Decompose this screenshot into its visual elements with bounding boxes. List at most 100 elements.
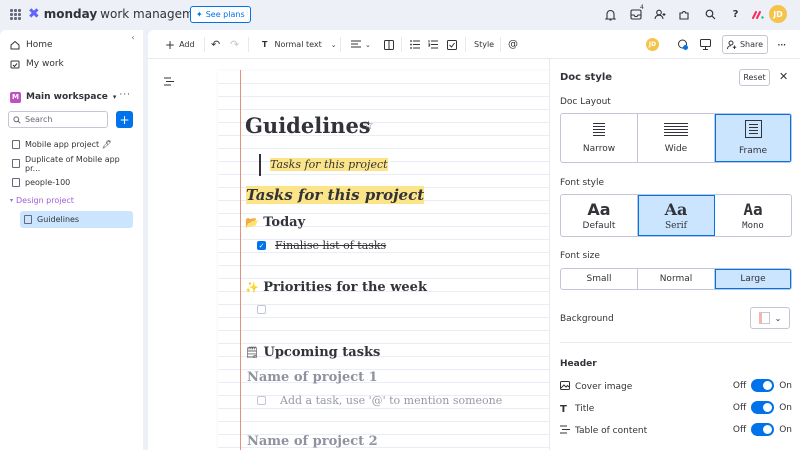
font-option-default[interactable]: Aa Default [561, 195, 638, 236]
left-sidebar: ‹ Home My work M Main workspace ▾ ··· Se… [0, 30, 143, 450]
section-heading-upcoming[interactable]: 🗒 Upcoming tasks [245, 345, 380, 360]
task-placeholder-item[interactable]: Add a task, use '@' to mention someone [257, 394, 502, 407]
columns-icon[interactable] [384, 38, 394, 51]
doc-layout-selector: Narrow Wide Frame [560, 113, 792, 163]
section-heading-priorities[interactable]: ✨ Priorities for the week [245, 280, 427, 295]
present-icon[interactable] [700, 38, 711, 51]
cover-image-toggle[interactable]: Off On [733, 379, 792, 392]
font-size-large[interactable]: Large [715, 269, 791, 289]
integrations-puzzle-icon[interactable] [677, 8, 690, 21]
redo-icon[interactable]: ↷ [230, 38, 239, 51]
highlighted-heading-text: Tasks for this project [246, 186, 425, 204]
help-icon[interactable]: ? [729, 8, 742, 21]
mention-button[interactable]: @ [508, 38, 518, 51]
doc-icon [24, 215, 32, 224]
font-size-normal[interactable]: Normal [638, 269, 715, 289]
share-button[interactable]: Share [722, 35, 768, 54]
doc-layout-label: Doc Layout [560, 97, 611, 107]
user-avatar[interactable]: JD [769, 5, 787, 23]
brand-logo[interactable]: ✖ monday work management [28, 7, 213, 21]
search-icon [13, 115, 21, 124]
sidebar-folder-design-project[interactable]: ▾ Design project [10, 196, 74, 205]
align-dropdown[interactable]: ⌄ [351, 38, 371, 51]
toggle-on-label: On [779, 424, 792, 435]
chevron-down-icon: ⌄ [330, 40, 337, 49]
checkbox-checked[interactable]: ✓ [257, 241, 266, 250]
narrow-layout-icon [593, 122, 605, 136]
toggle-on-label: On [779, 402, 792, 413]
wide-layout-icon [664, 122, 688, 136]
collaborator-avatar[interactable]: JD [646, 38, 659, 51]
close-icon[interactable]: ✕ [779, 70, 788, 83]
quote-text: Tasks for this project [270, 158, 388, 171]
add-block-button[interactable]: + Add [165, 38, 195, 52]
toolbar-divider [248, 37, 249, 52]
invite-members-icon[interactable] [653, 8, 666, 21]
apps-grid-icon[interactable] [10, 9, 21, 20]
more-options-icon[interactable]: ··· [777, 38, 787, 52]
sidebar-item-guidelines[interactable]: Guidelines [20, 211, 133, 228]
sidebar-item-home[interactable]: Home [10, 38, 53, 52]
layout-option-narrow[interactable]: Narrow [561, 114, 638, 162]
image-icon [560, 381, 572, 393]
font-size-selector: Small Normal Large [560, 268, 792, 290]
project-heading-1[interactable]: Name of project 1 [247, 370, 378, 385]
search-icon[interactable] [704, 8, 717, 21]
numbered-list-icon[interactable] [428, 38, 438, 51]
undo-icon[interactable]: ↶ [211, 38, 220, 51]
toggle-switch[interactable] [751, 423, 775, 436]
reset-label: Reset [743, 73, 766, 82]
bulleted-list-icon[interactable] [410, 38, 420, 51]
layout-option-frame[interactable]: Frame [715, 114, 791, 162]
page-title[interactable]: Guidelines [245, 113, 371, 138]
font-option-label: Mono [742, 221, 764, 231]
checkbox-unchecked[interactable] [257, 305, 266, 314]
favorite-star-icon[interactable]: ☆ [363, 118, 374, 132]
product-switcher-icon[interactable] [751, 8, 764, 21]
layout-option-wide[interactable]: Wide [638, 114, 715, 162]
logo-text-bold: monday [43, 7, 98, 21]
text-style-label: Normal text [274, 40, 322, 49]
empty-task-item[interactable] [257, 305, 266, 314]
font-option-mono[interactable]: Aa Mono [715, 195, 791, 236]
workspace-selector[interactable]: M Main workspace ▾ ··· [10, 90, 135, 104]
sidebar-item-my-work[interactable]: My work [10, 57, 64, 71]
sidebar-item-mobile-app-project[interactable]: Mobile app project 🖊 [8, 136, 133, 153]
table-of-contents-icon[interactable] [164, 77, 174, 89]
table-of-content-toggle[interactable]: Off On [733, 423, 792, 436]
collapse-sidebar-chevron-icon[interactable]: ‹ [127, 33, 139, 45]
quote-block[interactable]: Tasks for this project [270, 158, 388, 171]
sidebar-item-duplicate-mobile-app[interactable]: Duplicate of Mobile app pr... [8, 155, 133, 173]
background-selector[interactable]: ⌄ [750, 307, 790, 329]
font-size-label: Font size [560, 251, 600, 261]
panel-divider [560, 342, 792, 343]
updates-icon[interactable] [677, 38, 688, 51]
highlighted-heading[interactable]: Tasks for this project [246, 186, 425, 204]
project-heading-2[interactable]: Name of project 2 [247, 434, 378, 449]
font-size-small[interactable]: Small [561, 269, 638, 289]
reset-button[interactable]: Reset [739, 69, 770, 86]
toolbar-divider [204, 37, 205, 52]
section-title: Priorities for the week [263, 280, 427, 295]
style-button[interactable]: Style [474, 38, 494, 51]
checklist-icon[interactable] [447, 38, 457, 51]
share-user-icon [726, 40, 737, 49]
toggle-switch[interactable] [751, 401, 775, 414]
doc-icon [12, 140, 20, 149]
header-section-label: Header [560, 359, 597, 369]
bell-icon[interactable] [604, 8, 617, 21]
doc-icon [12, 159, 20, 168]
title-toggle[interactable]: Off On [733, 401, 792, 414]
section-heading-today[interactable]: 📂 Today [245, 215, 305, 230]
task-item[interactable]: ✓ Finalise list of tasks [257, 239, 386, 252]
folder-caret-icon: ▾ [10, 197, 14, 204]
sidebar-search-input[interactable]: Search [8, 111, 108, 128]
checkbox-unchecked[interactable] [257, 396, 266, 405]
workspace-more-icon[interactable]: ··· [119, 90, 131, 100]
add-item-button[interactable]: + [116, 111, 133, 128]
font-option-serif[interactable]: Aa Serif [638, 195, 715, 236]
see-plans-button[interactable]: ✦ See plans [190, 6, 251, 23]
sidebar-item-people-100[interactable]: people-100 [8, 174, 133, 191]
toggle-switch[interactable] [751, 379, 775, 392]
text-style-dropdown[interactable]: T Normal text ⌄ [262, 38, 337, 51]
